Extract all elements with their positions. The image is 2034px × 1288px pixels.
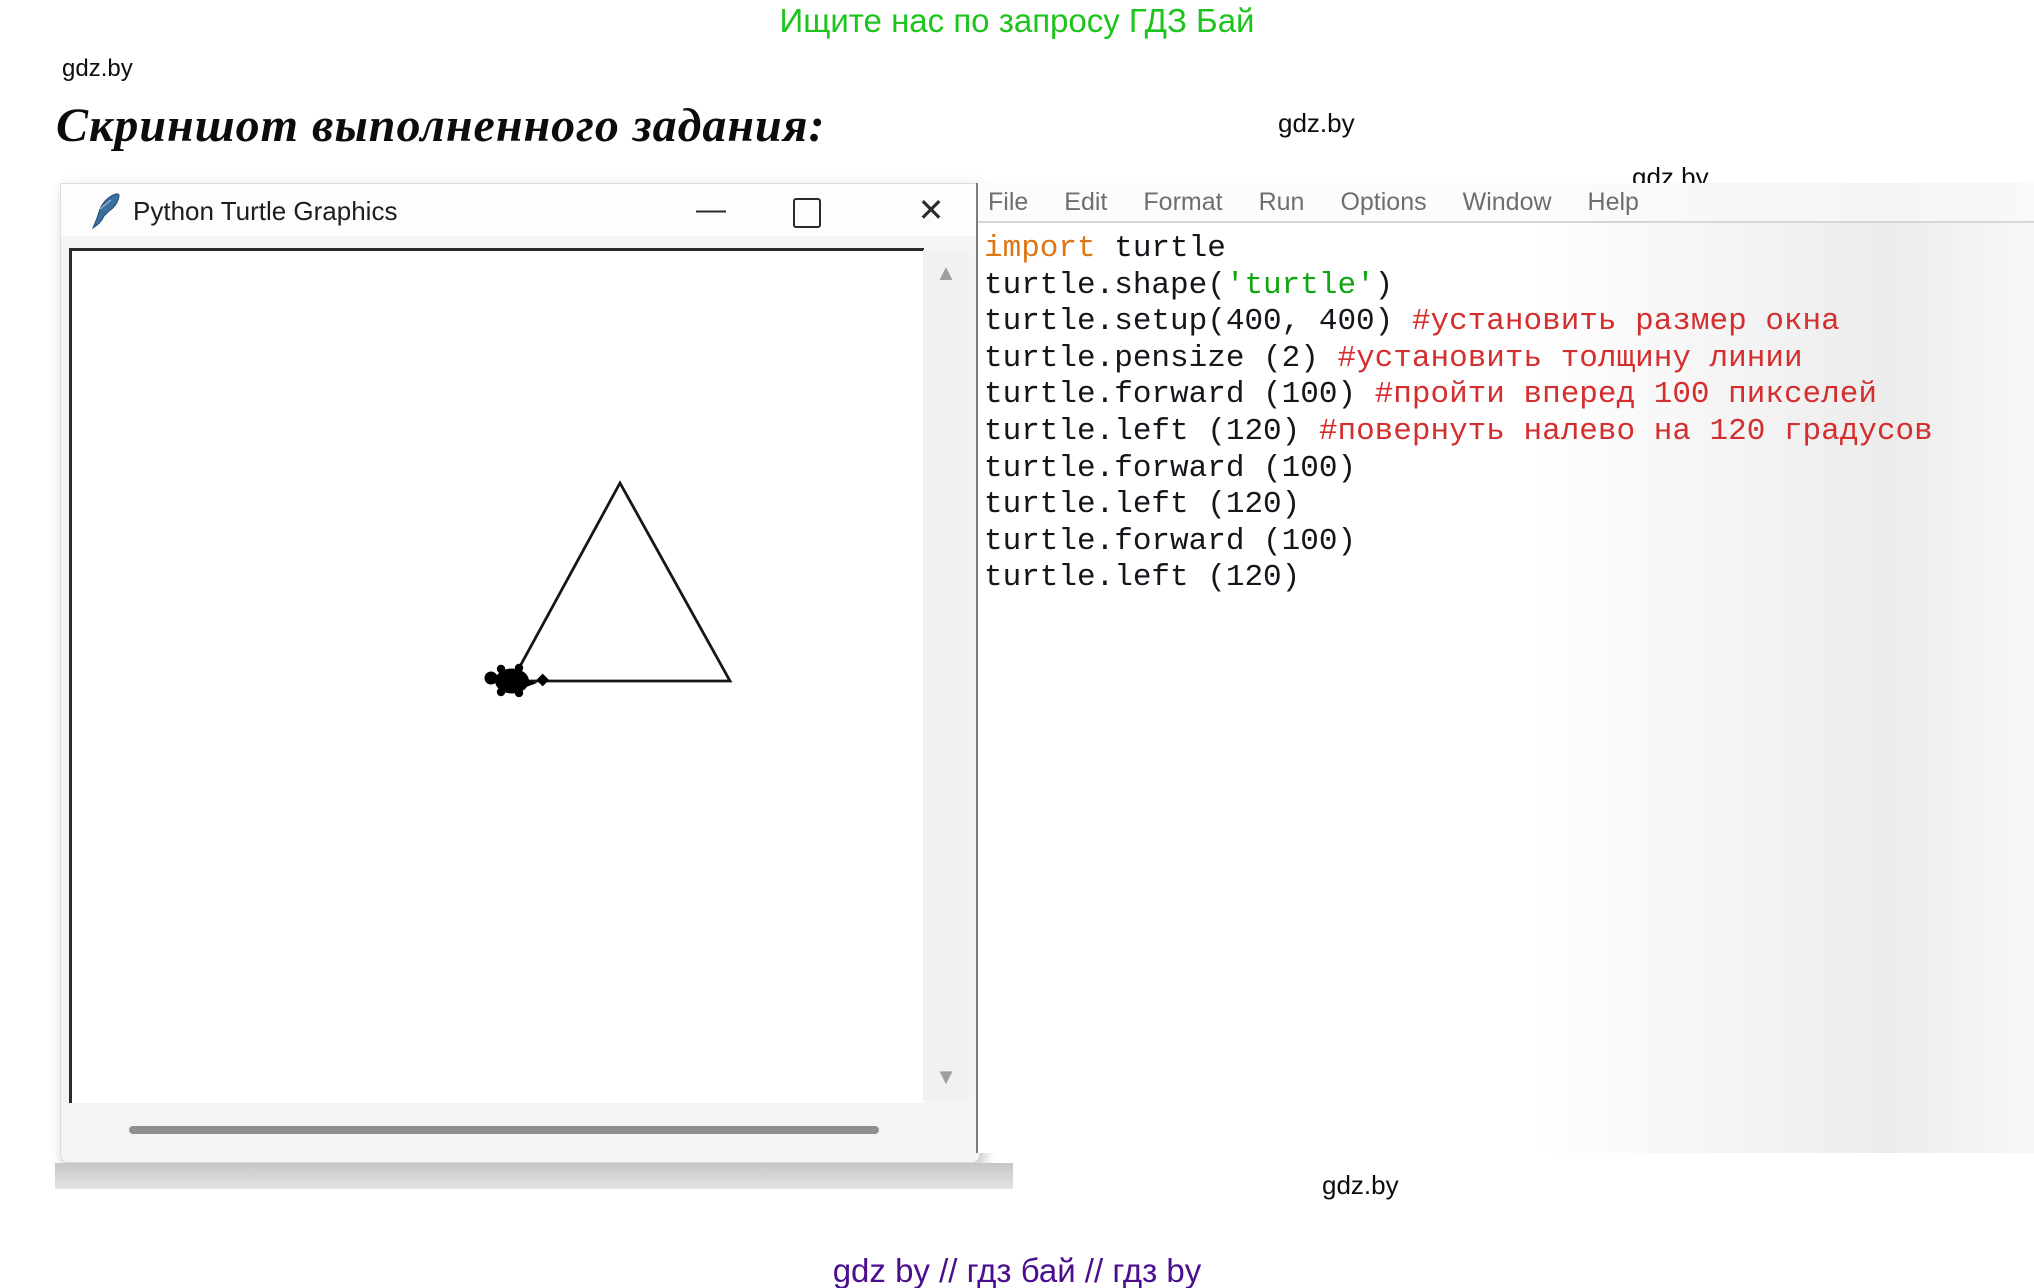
code-token: turtle.shape(	[984, 268, 1226, 303]
turtle-graphics-window: Python Turtle Graphics — ✕	[60, 183, 980, 1163]
code-token: )	[1375, 268, 1394, 303]
horizontal-scrollbar[interactable]	[69, 1104, 969, 1154]
code-line: turtle.forward (100)	[984, 524, 1933, 561]
code-token: #установить размер окна	[1412, 304, 1840, 339]
menubar: File Edit Format Run Options Window Help	[978, 183, 2034, 223]
turtle-canvas	[69, 248, 924, 1103]
horizontal-scroll-thumb[interactable]	[129, 1126, 879, 1134]
code-token: turtle	[1096, 231, 1226, 266]
code-token: turtle.left (120)	[984, 487, 1300, 522]
footer-links-text: gdz by // гдз бай // гдз by	[0, 1252, 2034, 1288]
turtle-cursor-icon	[485, 664, 538, 697]
code-token: #установить толщину линии	[1337, 341, 1802, 376]
code-token: turtle.pensize (2)	[984, 341, 1337, 376]
code-line: turtle.forward (100) #пройти вперед 100 …	[984, 377, 1933, 414]
menu-item-format[interactable]: Format	[1143, 188, 1222, 217]
code-token: turtle.left (120)	[984, 414, 1319, 449]
window-bottom-shadow	[55, 1163, 1013, 1189]
menu-item-options[interactable]: Options	[1340, 188, 1426, 217]
code-line: import turtle	[984, 231, 1933, 268]
code-token: turtle.left (120)	[984, 560, 1300, 595]
code-token: turtle.setup(400, 400)	[984, 304, 1412, 339]
maximize-button[interactable]	[793, 198, 821, 228]
code-line: turtle.pensize (2) #установить толщину л…	[984, 341, 1933, 378]
code-line: turtle.left (120)	[984, 560, 1933, 597]
turtle-triangle-drawing	[72, 251, 924, 1103]
idle-editor-window: File Edit Format Run Options Window Help impor…	[976, 183, 2034, 1153]
top-banner: Ищите нас по запросу ГДЗ Бай	[0, 2, 2034, 40]
menu-item-run[interactable]: Run	[1259, 188, 1305, 217]
code-token: #пройти вперед 100 пикселей	[1375, 377, 1877, 412]
minimize-button[interactable]: —	[681, 188, 741, 232]
code-line: turtle.forward (100)	[984, 451, 1933, 488]
titlebar[interactable]: Python Turtle Graphics — ✕	[61, 184, 979, 236]
code-area[interactable]: import turtleturtle.shape('turtle')turtl…	[984, 231, 1933, 597]
code-token: turtle.forward (100)	[984, 377, 1375, 412]
scroll-down-button[interactable]: ▼	[923, 1060, 969, 1094]
code-token: turtle.forward (100)	[984, 451, 1356, 486]
code-token: turtle.forward (100)	[984, 524, 1356, 559]
code-token: #повернуть налево на 120 градусов	[1319, 414, 1933, 449]
scroll-up-button[interactable]: ▲	[923, 256, 969, 290]
code-line: turtle.left (120) #повернуть налево на 1…	[984, 414, 1933, 451]
code-line: turtle.setup(400, 400) #установить разме…	[984, 304, 1933, 341]
menu-item-edit[interactable]: Edit	[1064, 188, 1107, 217]
window-title: Python Turtle Graphics	[133, 196, 397, 227]
watermark: gdz.by	[1278, 108, 1355, 139]
page-background: Ищите нас по запросу ГДЗ Бай Скриншот вы…	[0, 0, 2034, 1288]
menu-item-window[interactable]: Window	[1463, 188, 1552, 217]
code-line: turtle.left (120)	[984, 487, 1933, 524]
page-heading: Скриншот выполненного задания:	[56, 98, 825, 153]
vertical-scrollbar[interactable]: ▲ ▼	[923, 250, 969, 1100]
watermark: gdz.by	[1322, 1170, 1399, 1201]
code-line: turtle.shape('turtle')	[984, 268, 1933, 305]
menu-item-file[interactable]: File	[988, 188, 1028, 217]
close-button[interactable]: ✕	[901, 188, 961, 232]
python-logo-icon	[91, 192, 125, 230]
watermark: gdz.by	[62, 55, 133, 83]
code-token: 'turtle'	[1226, 268, 1375, 303]
menu-item-help[interactable]: Help	[1588, 188, 1639, 217]
code-token: import	[984, 231, 1096, 266]
